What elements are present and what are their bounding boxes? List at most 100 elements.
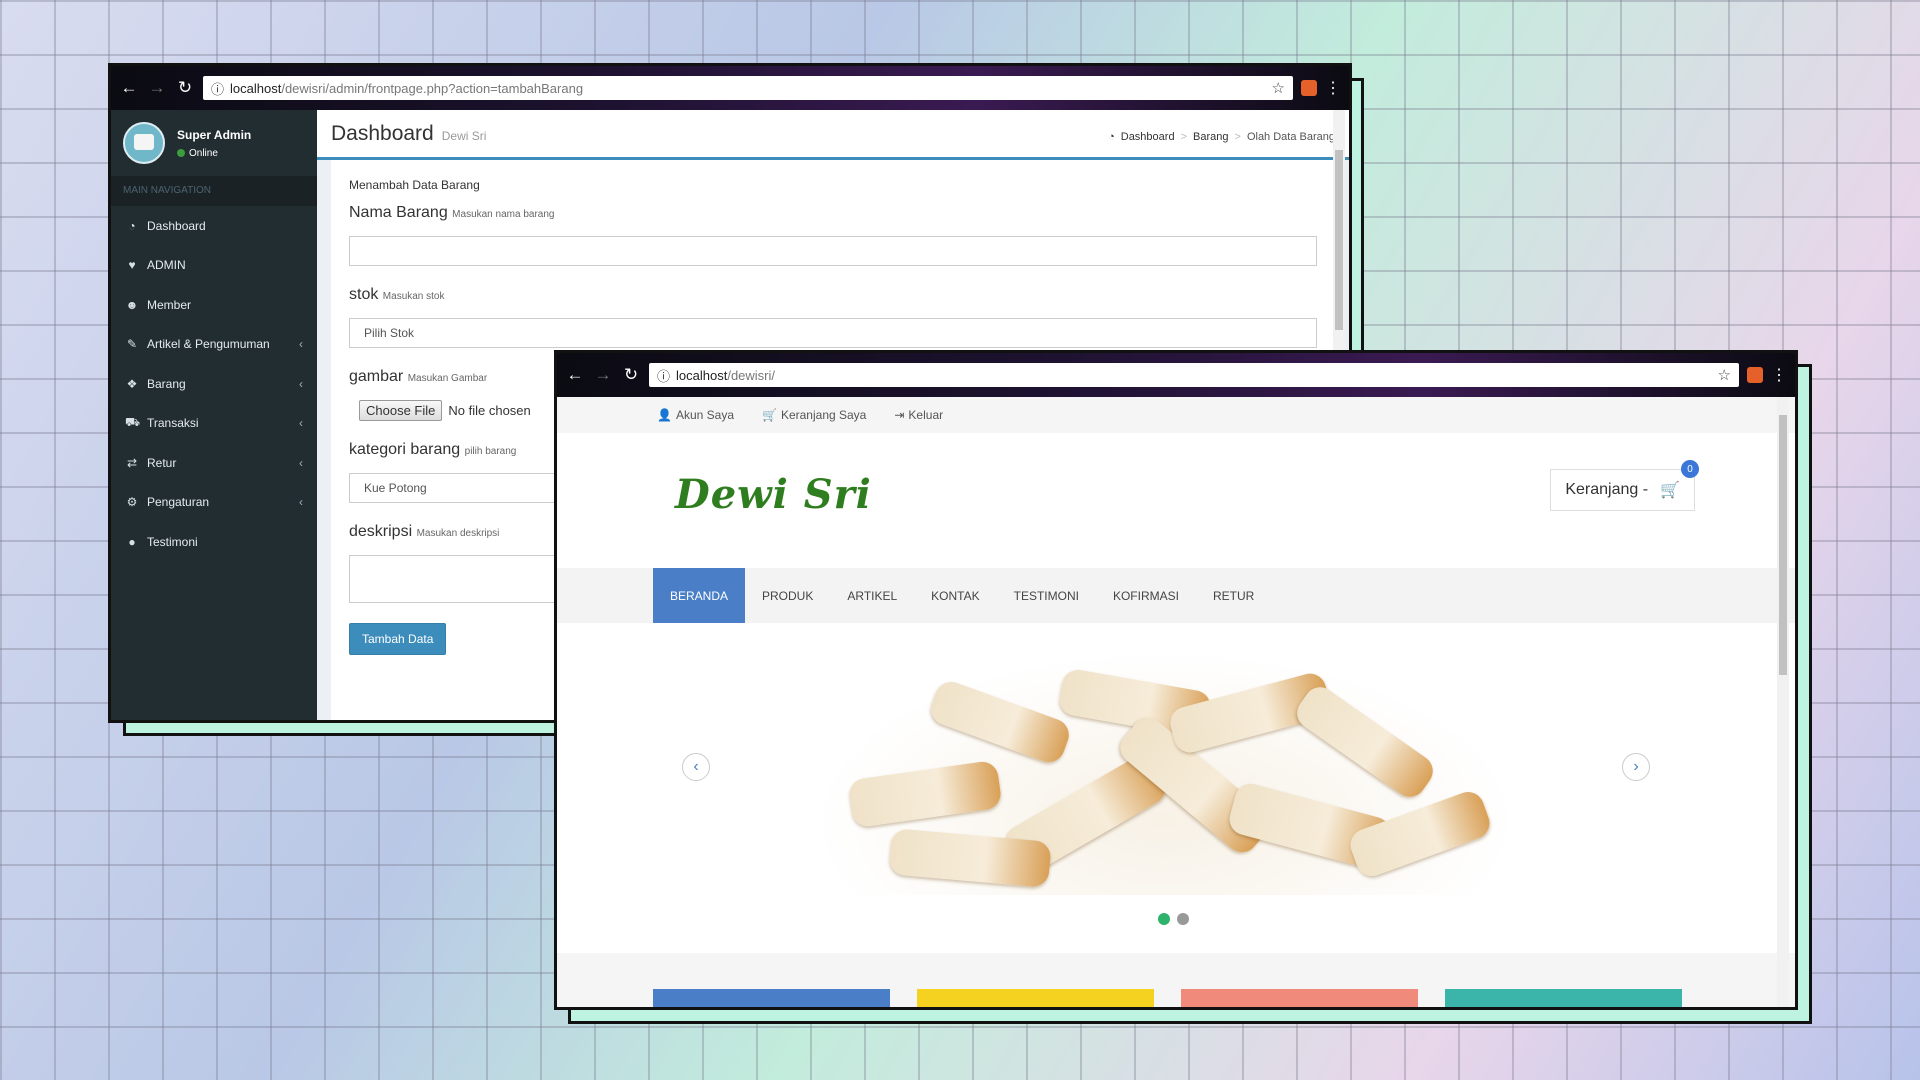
sidebar-item-member[interactable]: ☻ Member (111, 285, 317, 325)
bookmark-star-icon[interactable]: ☆ (1272, 79, 1285, 97)
nav-tab-beranda[interactable]: BERANDA (653, 568, 746, 623)
hero-carousel: ‹ › (557, 623, 1795, 953)
sidebar-item-dashboard[interactable]: ◔ Dashboard (111, 206, 317, 246)
category-cards (653, 989, 1682, 1007)
shop-topbar: 👤 Akun Saya 🛒 Keranjang Saya ⇥ Keluar (557, 397, 1795, 433)
users-icon: ☻ (125, 297, 139, 312)
topbar-link-label: Akun Saya (675, 408, 734, 422)
url-path: /dewisri/ (727, 367, 776, 383)
breadcrumb-separator: > (1234, 131, 1241, 143)
extension-icon[interactable] (1301, 80, 1317, 96)
nav-tab-artikel[interactable]: ARTIKEL (830, 568, 914, 623)
nav-tab-testimoni[interactable]: TESTIMONI (997, 568, 1096, 623)
hero-image (810, 650, 1520, 895)
sidebar-item-label: Transaksi (147, 416, 199, 431)
sidebar-item-transaksi[interactable]: ⛟ Transaksi ‹ (111, 404, 317, 444)
bookmark-star-icon[interactable]: ☆ (1718, 366, 1731, 384)
category-card-4[interactable] (1445, 989, 1682, 1007)
shop-main-nav: BERANDA PRODUK ARTIKEL KONTAK TESTIMONI KOFIR… (557, 568, 1795, 623)
chevron-left-icon: ‹ (299, 416, 303, 431)
breadcrumb-item-barang[interactable]: Barang (1193, 131, 1228, 143)
sidebar-item-label: Pengaturan (147, 495, 210, 510)
carousel-prev-button[interactable]: ‹ (682, 753, 710, 781)
topbar-link-keluar[interactable]: ⇥ Keluar (894, 408, 943, 422)
user-name: Super Admin (177, 127, 252, 142)
topbar-link-label: Keranjang Saya (780, 408, 867, 422)
shop-browser-window: ← → ↻ ⓘ localhost/dewisri/ ☆ ⋮ 👤 Akun Say… (554, 350, 1798, 1010)
edit-icon: ✎ (126, 337, 138, 352)
category-card-3[interactable] (1181, 989, 1418, 1007)
address-bar[interactable]: ⓘ localhost/dewisri/ ☆ (649, 363, 1739, 387)
sidebar-item-label: Retur (147, 455, 177, 470)
avatar (123, 122, 165, 164)
file-status: No file chosen (448, 403, 531, 418)
info-icon[interactable]: ⓘ (657, 366, 670, 385)
chevron-left-icon: ‹ (299, 495, 303, 510)
shop-scrollbar[interactable] (1777, 397, 1789, 1007)
cubes-icon: ❖ (126, 376, 138, 391)
user-icon: 👤 (657, 408, 672, 422)
category-card-2[interactable] (917, 989, 1154, 1007)
sidebar-item-label: Barang (147, 376, 186, 391)
online-status-icon (177, 149, 185, 157)
url-path: /dewisri/admin/frontpage.php?action=tamb… (281, 80, 584, 96)
reload-icon[interactable]: ↻ (175, 78, 195, 98)
sidebar-item-testimoni[interactable]: ● Testimoni (111, 522, 317, 562)
tambah-data-button[interactable]: Tambah Data (349, 623, 447, 655)
nav-tab-kontak[interactable]: KONTAK (914, 568, 996, 623)
menu-dots-icon[interactable]: ⋮ (1771, 365, 1787, 385)
extension-icon[interactable] (1747, 367, 1763, 383)
topbar-link-keranjang-saya[interactable]: 🛒 Keranjang Saya (762, 408, 866, 422)
cart-label: Keranjang - (1565, 481, 1649, 498)
reload-icon[interactable]: ↻ (621, 365, 641, 385)
breadcrumb-item-dashboard[interactable]: Dashboard (1121, 131, 1175, 143)
forward-icon[interactable]: → (593, 365, 613, 385)
choose-file-button[interactable]: Choose File (359, 400, 443, 421)
cart-icon: 🛒 (1660, 482, 1680, 499)
sidebar-item-label: Artikel & Pengumuman (147, 337, 270, 352)
nav-tab-retur[interactable]: RETUR (1196, 568, 1271, 623)
back-icon[interactable]: ← (565, 365, 585, 385)
url-host: localhost (676, 367, 728, 383)
admin-sidebar: Super Admin Online MAIN NAVIGATION ◔ Dash… (111, 110, 317, 720)
sidebar-item-barang[interactable]: ❖ Barang ‹ (111, 364, 317, 404)
forward-icon[interactable]: → (147, 78, 167, 98)
breadcrumb: ◔ Dashboard > Barang > Olah Data Barang (1108, 131, 1335, 143)
browser-toolbar: ← → ↻ ⓘ localhost/dewisri/ ☆ ⋮ (557, 353, 1795, 397)
nama-barang-label: Nama Barang Masukan nama barang (349, 204, 555, 221)
back-icon[interactable]: ← (119, 78, 139, 98)
sidebar-item-retur[interactable]: ⇄ Retur ‹ (111, 443, 317, 483)
logout-icon: ⇥ (894, 408, 905, 422)
sidebar-item-pengaturan[interactable]: ⚙ Pengaturan ‹ (111, 483, 317, 523)
stok-select[interactable]: Pilih Stok (349, 318, 1317, 348)
form-title: Menambah Data Barang (349, 178, 480, 192)
user-panel: Super Admin Online (111, 110, 317, 176)
carousel-indicator-2[interactable] (1177, 913, 1189, 925)
category-card-1[interactable] (653, 989, 890, 1007)
sidebar-menu: ◔ Dashboard ♥ ADMIN ☻ Member ✎ Artikel & Pengum… (111, 206, 317, 562)
stok-label: stok Masukan stok (349, 286, 445, 303)
carousel-indicator-1[interactable] (1158, 913, 1170, 925)
cart-button[interactable]: Keranjang - 🛒 (1550, 469, 1695, 511)
topbar-link-label: Keluar (908, 408, 944, 422)
breadcrumb-separator: > (1180, 131, 1188, 143)
nav-tab-kofirmasi[interactable]: KOFIRMASI (1096, 568, 1196, 623)
topbar-link-akun-saya[interactable]: 👤 Akun Saya (657, 408, 734, 422)
page-title: Dashboard (331, 122, 434, 145)
sidebar-item-admin[interactable]: ♥ ADMIN (111, 246, 317, 286)
carousel-next-button[interactable]: › (1622, 753, 1650, 781)
dashboard-icon: ◔ (128, 218, 136, 233)
nama-barang-input[interactable] (349, 236, 1317, 266)
address-bar[interactable]: ⓘ localhost/dewisri/admin/frontpage.php?… (203, 76, 1293, 100)
chevron-left-icon: ‹ (299, 455, 303, 470)
nav-tab-produk[interactable]: PRODUK (745, 568, 830, 623)
sidebar-item-label: Member (147, 297, 192, 312)
info-icon[interactable]: ⓘ (211, 79, 224, 98)
user-status: Online (177, 148, 251, 159)
shop-logo[interactable]: Dewi Sri (675, 471, 872, 518)
menu-dots-icon[interactable]: ⋮ (1325, 78, 1341, 98)
chevron-left-icon: ‹ (299, 376, 303, 391)
exchange-icon: ⇄ (126, 455, 138, 470)
shop-header: Dewi Sri Keranjang - 🛒 0 (557, 433, 1795, 568)
sidebar-item-artikel-pengumuman[interactable]: ✎ Artikel & Pengumuman ‹ (111, 325, 317, 365)
